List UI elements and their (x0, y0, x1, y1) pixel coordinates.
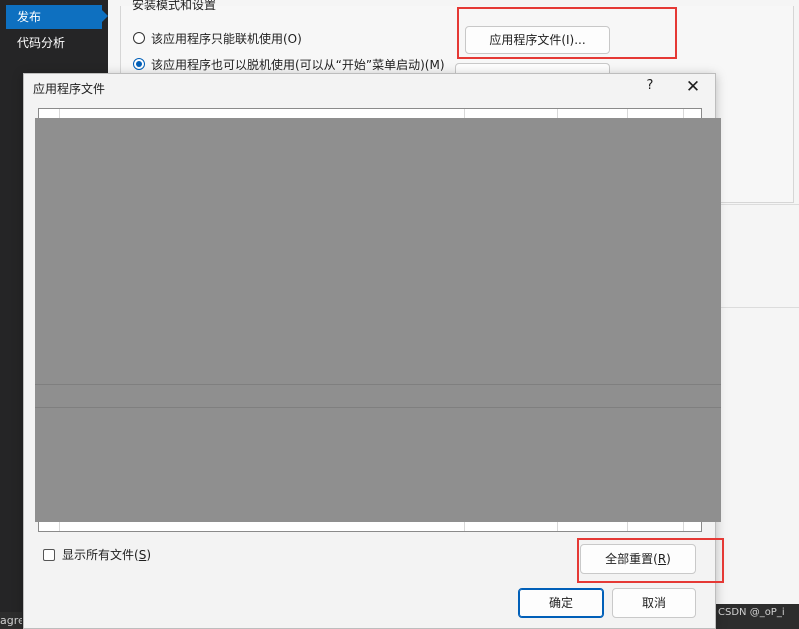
radio-offline-available[interactable]: 该应用程序也可以脱机使用(可以从“开始”菜单启动)(M) (133, 55, 445, 73)
cancel-button[interactable]: 取消 (612, 588, 696, 618)
install-mode-group-title: 安装模式和设置 (132, 0, 217, 12)
redacted-file-list-region (35, 118, 721, 522)
ok-button[interactable]: 确定 (518, 588, 604, 618)
radio-online-only-control[interactable] (133, 32, 145, 44)
radio-offline-available-control[interactable] (133, 58, 145, 70)
show-all-files-accesskey: S (138, 548, 147, 562)
help-icon[interactable]: ? (642, 78, 658, 96)
show-all-files-checkbox-box[interactable] (43, 548, 55, 561)
status-bar-fragment: agre (0, 612, 22, 629)
redaction-line (35, 407, 721, 408)
watermark-text: CSDN @_oP_i (716, 604, 799, 629)
radio-online-only[interactable]: 该应用程序只能联机使用(O) (133, 29, 302, 47)
dialog-title: 应用程序文件 (33, 82, 106, 96)
panel-separator (720, 204, 799, 205)
radio-offline-available-label: 该应用程序也可以脱机使用(可以从“开始”菜单启动)(M) (151, 57, 445, 72)
highlight-box-app-files (457, 7, 677, 59)
sidebar-item-code-analysis[interactable]: 代码分析 (6, 31, 102, 55)
sidebar-item-label: 发布 (17, 10, 42, 24)
highlight-box-reset-all (577, 538, 724, 583)
radio-online-only-label: 该应用程序只能联机使用(O) (151, 31, 302, 46)
show-all-files-checkbox[interactable]: 显示所有文件(S) (43, 546, 151, 563)
show-all-files-label: 显示所有文件(S) (62, 548, 152, 562)
sidebar-item-label: 代码分析 (17, 36, 66, 50)
close-icon[interactable]: ✕ (684, 77, 702, 97)
show-all-files-text: 显示所有文件 (62, 548, 135, 562)
sidebar-item-publish[interactable]: 发布 (6, 5, 102, 29)
redaction-line (35, 384, 721, 385)
panel-separator (720, 307, 799, 308)
